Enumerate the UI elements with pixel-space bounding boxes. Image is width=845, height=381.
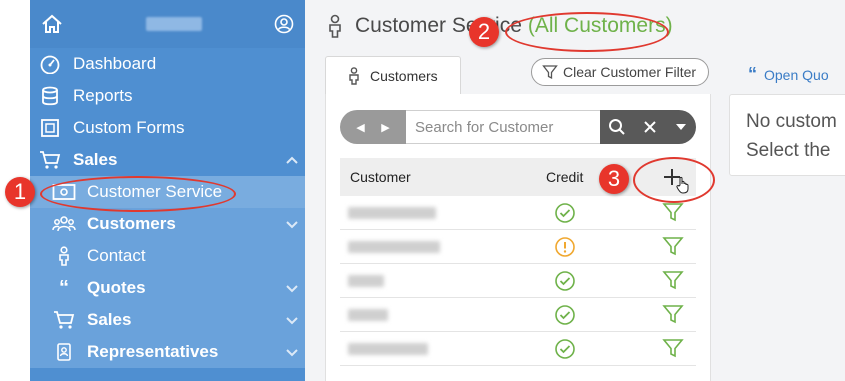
caret-down-icon: [676, 124, 686, 130]
app-root: Dashboard Reports Custom Forms Sales Cus…: [0, 0, 845, 381]
sidebar-item-sales[interactable]: Sales: [30, 304, 305, 336]
annotation-oval-2: [505, 12, 669, 52]
clear-filter-label: Clear Customer Filter: [563, 64, 697, 80]
home-icon[interactable]: [40, 12, 64, 36]
annotation-oval-3: [633, 157, 715, 203]
chevron-down-icon[interactable]: [285, 217, 299, 231]
annotation-oval-1: [40, 176, 236, 212]
search-button[interactable]: [600, 110, 634, 144]
filter-icon[interactable]: [662, 269, 684, 291]
search-bar: ◀ ▶: [340, 110, 696, 144]
previous-icon[interactable]: ◀: [356, 121, 364, 134]
credit-ok-icon: [555, 203, 575, 223]
next-icon[interactable]: ▶: [381, 121, 389, 134]
cart-icon: [38, 150, 62, 170]
main-content: Customer Service (All Customers) Custome…: [305, 0, 845, 381]
badge-icon: [52, 342, 76, 362]
sidebar-header: [30, 0, 305, 48]
database-icon: [38, 86, 62, 106]
form-icon: [38, 118, 62, 138]
filter-icon[interactable]: [662, 337, 684, 359]
tab-customers[interactable]: Customers: [325, 56, 461, 94]
clear-customer-filter-button[interactable]: Clear Customer Filter: [531, 58, 709, 86]
column-header-customer[interactable]: Customer: [350, 169, 411, 185]
sidebar-item-label: Sales: [73, 150, 118, 169]
customer-details-panel: No custom Select the: [729, 94, 845, 176]
credit-warning-icon: [555, 237, 575, 257]
annotation-marker-1: 1: [5, 177, 35, 207]
annotation-marker-2: 2: [469, 17, 499, 47]
person-icon: [329, 14, 341, 38]
customers-panel: ◀ ▶ Customer Credit: [325, 94, 711, 381]
redacted-customer-name: [348, 207, 436, 219]
close-icon: [644, 121, 656, 133]
sidebar-item-label: Custom Forms: [73, 118, 185, 137]
sidebar-item-label: Sales: [87, 310, 132, 329]
filter-icon[interactable]: [662, 235, 684, 257]
filter-icon: [542, 65, 558, 80]
sidebar-item-label: Customers: [87, 214, 176, 233]
customer-table-body: [340, 196, 696, 366]
chevron-down-icon[interactable]: [285, 345, 299, 359]
table-row[interactable]: [340, 298, 696, 332]
sidebar-item-customers[interactable]: Customers: [30, 208, 305, 240]
chevron-down-icon[interactable]: [285, 313, 299, 327]
chevron-up-icon[interactable]: [285, 153, 299, 167]
sidebar-item-label: Reports: [73, 86, 133, 105]
credit-ok-icon: [555, 271, 575, 291]
quote-icon: “: [59, 276, 69, 299]
sidebar-item-representatives[interactable]: Representatives: [30, 336, 305, 368]
filter-icon[interactable]: [662, 303, 684, 325]
filter-icon[interactable]: [662, 201, 684, 223]
sidebar-item-label: Representatives: [87, 342, 219, 361]
details-empty-line-1: No custom: [746, 111, 837, 132]
sidebar-item-contact[interactable]: Contact: [30, 240, 305, 272]
sidebar-item-label: Dashboard: [73, 54, 157, 73]
sidebar-item-label: Quotes: [87, 278, 146, 297]
sidebar-item-quotes[interactable]: “ Quotes: [30, 272, 305, 304]
search-icon: [609, 119, 625, 135]
sidebar-item-reports[interactable]: Reports: [30, 80, 305, 112]
quote-icon: “: [748, 64, 757, 84]
tab-label: Customers: [370, 67, 438, 84]
open-quotes-link[interactable]: “ Open Quo: [748, 64, 829, 85]
gauge-icon: [38, 54, 62, 74]
redacted-customer-name: [348, 241, 440, 253]
pager-nav: ◀ ▶: [340, 110, 406, 144]
redacted-customer-name: [348, 343, 428, 355]
annotation-marker-3: 3: [599, 164, 629, 194]
sidebar-item-label: Contact: [87, 246, 146, 265]
search-options-dropdown[interactable]: [666, 110, 696, 144]
table-row[interactable]: [340, 230, 696, 264]
sidebar-item-dashboard[interactable]: Dashboard: [30, 48, 305, 80]
table-row[interactable]: [340, 332, 696, 366]
table-row[interactable]: [340, 196, 696, 230]
details-empty-line-2: Select the: [746, 140, 831, 161]
open-quotes-label: Open Quo: [764, 66, 829, 83]
person-icon: [349, 66, 359, 85]
clear-search-button[interactable]: [634, 110, 666, 144]
redacted-username: [146, 17, 202, 31]
people-icon: [52, 214, 76, 234]
redacted-customer-name: [348, 309, 388, 321]
sidebar-item-custom-forms[interactable]: Custom Forms: [30, 112, 305, 144]
redacted-customer-name: [348, 275, 384, 287]
table-row[interactable]: [340, 264, 696, 298]
cart-icon: [52, 310, 76, 330]
person-icon: [52, 246, 76, 266]
credit-ok-icon: [555, 339, 575, 359]
credit-ok-icon: [555, 305, 575, 325]
user-account-icon[interactable]: [273, 13, 295, 35]
sidebar-item-sales-group[interactable]: Sales: [30, 144, 305, 176]
search-input[interactable]: [406, 110, 600, 144]
column-header-credit[interactable]: Credit: [546, 169, 583, 185]
chevron-down-icon[interactable]: [285, 281, 299, 295]
